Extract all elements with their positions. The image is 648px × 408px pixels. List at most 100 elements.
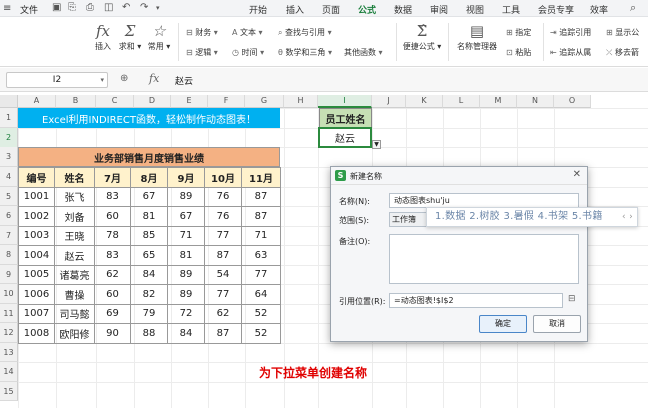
name-manager-button[interactable]: ▤ 名称管理器 [456,21,498,52]
row-header-11[interactable]: 11 [0,303,18,323]
table-cell[interactable]: 52 [241,323,281,344]
name-box[interactable]: I2 ▾ [6,72,108,88]
table-cell[interactable]: 88 [130,323,168,344]
undo-icon[interactable]: ↶ [122,2,130,13]
table-cell[interactable]: 曹操 [54,284,95,305]
dropdown-arrow-icon[interactable]: ▼ [372,140,381,149]
table-cell[interactable]: 90 [94,323,131,344]
table-cell[interactable]: 54 [204,264,242,285]
reference-input[interactable]: =动态图表!$I$2 [389,293,563,308]
table-cell[interactable]: 60 [94,206,131,227]
ok-button[interactable]: 确定 [479,315,527,333]
search-icon[interactable]: ⌕ [630,1,636,15]
tab-formula[interactable]: 公式 [358,3,377,19]
header-cell[interactable]: 11月 [241,167,281,188]
header-cell[interactable]: 10月 [204,167,242,188]
table-cell[interactable]: 71 [241,225,281,246]
row-header-15[interactable]: 15 [0,381,18,401]
table-cell[interactable]: 67 [130,186,168,207]
ime-page-arrows-icon[interactable]: ‹ › [622,208,633,226]
column-header-e[interactable]: E [171,95,208,108]
header-cell[interactable]: 编号 [18,167,55,188]
insert-function-button[interactable]: fx 插入 [92,21,114,52]
table-cell[interactable]: 84 [167,323,205,344]
column-header-d[interactable]: D [134,95,171,108]
tab-review[interactable]: 审阅 [430,3,448,16]
common-functions-button[interactable]: ☆ 常用 ▾ [146,21,172,52]
table-cell[interactable]: 1001 [18,186,55,207]
row-header-9[interactable]: 9 [0,264,18,284]
table-cell[interactable]: 62 [204,303,242,324]
row-header-3[interactable]: 3 [0,147,18,167]
table-cell[interactable]: 84 [130,264,168,285]
paste-name-button[interactable]: ⊡ 粘贴 [506,47,531,58]
formula-input[interactable]: 赵云 [175,74,193,87]
table-cell[interactable]: 1008 [18,323,55,344]
header-cell[interactable]: 7月 [94,167,131,188]
employee-name-cell[interactable]: 赵云 [318,127,372,148]
table-cell[interactable]: 1003 [18,225,55,246]
table-cell[interactable]: 87 [241,206,281,227]
header-cell[interactable]: 9月 [167,167,205,188]
tab-member[interactable]: 会员专享 [538,3,574,16]
text-button[interactable]: A 文本 ▾ [232,27,263,38]
math-button[interactable]: θ 数学和三角 ▾ [278,47,332,58]
table-cell[interactable]: 76 [204,206,242,227]
column-header-o[interactable]: O [554,95,591,108]
column-header-i[interactable]: I [318,95,372,108]
select-all-corner[interactable] [0,95,18,108]
collapse-dialog-icon[interactable]: ⊟ [568,294,576,304]
remove-arrows-button[interactable]: ⤫ 移去箭 [606,47,639,58]
table-cell[interactable]: 刘备 [54,206,95,227]
tab-home[interactable]: 开始 [249,3,267,16]
export-icon[interactable]: ⎘ [68,2,76,13]
header-cell[interactable]: 姓名 [54,167,95,188]
column-header-a[interactable]: A [18,95,56,108]
column-header-n[interactable]: N [517,95,554,108]
table-cell[interactable]: 71 [167,225,205,246]
row-header-5[interactable]: 5 [0,186,18,206]
employee-name-header[interactable]: 员工姓名 [319,108,372,128]
chevron-down-icon[interactable]: ▾ [100,73,104,87]
row-header-10[interactable]: 10 [0,284,18,304]
table-cell[interactable]: 诸葛亮 [54,264,95,285]
finance-button[interactable]: ⊟ 财务 ▾ [186,27,218,38]
table-cell[interactable]: 1004 [18,245,55,266]
row-header-7[interactable]: 7 [0,225,18,245]
table-cell[interactable]: 60 [94,284,131,305]
row-header-12[interactable]: 12 [0,323,18,343]
column-header-c[interactable]: C [96,95,134,108]
table-cell[interactable]: 78 [94,225,131,246]
tab-data[interactable]: 数据 [394,3,412,16]
ime-candidate-bar[interactable]: 1.数据 2.树胶 3.暑假 4.书架 5.书籍 ‹ › [426,207,638,227]
column-header-b[interactable]: B [56,95,96,108]
table-cell[interactable]: 83 [94,186,131,207]
row-header-14[interactable]: 14 [0,362,18,382]
table-cell[interactable]: 87 [241,186,281,207]
table-cell[interactable]: 82 [130,284,168,305]
trace-precedents-button[interactable]: ⇥ 追踪引用 [550,27,591,38]
table-cell[interactable]: 89 [167,284,205,305]
row-header-6[interactable]: 6 [0,206,18,226]
zoom-icon[interactable]: ⊕ [120,73,128,84]
column-header-m[interactable]: M [480,95,517,108]
logic-button[interactable]: ⊟ 逻辑 ▾ [186,47,218,58]
menu-icon[interactable]: ≡ [3,3,11,14]
table-cell[interactable]: 77 [241,264,281,285]
table-cell[interactable]: 85 [130,225,168,246]
row-header-2[interactable]: 2 [0,128,18,148]
tab-insert[interactable]: 插入 [286,3,304,16]
table-cell[interactable]: 1002 [18,206,55,227]
autosum-button[interactable]: Σ 求和 ▾ [118,21,142,52]
lookup-button[interactable]: ⌕ 查找与引用 ▾ [278,27,332,38]
table-cell[interactable]: 张飞 [54,186,95,207]
trace-dependents-button[interactable]: ⇤ 追踪从属 [550,47,591,58]
quick-formula-button[interactable]: Σ̂ 便捷公式 ▾ [402,21,442,52]
table-cell[interactable]: 77 [204,284,242,305]
column-header-k[interactable]: K [406,95,443,108]
table-cell[interactable]: 67 [167,206,205,227]
table-cell[interactable]: 1007 [18,303,55,324]
column-header-l[interactable]: L [443,95,480,108]
row-header-13[interactable]: 13 [0,342,18,362]
table-cell[interactable]: 83 [94,245,131,266]
